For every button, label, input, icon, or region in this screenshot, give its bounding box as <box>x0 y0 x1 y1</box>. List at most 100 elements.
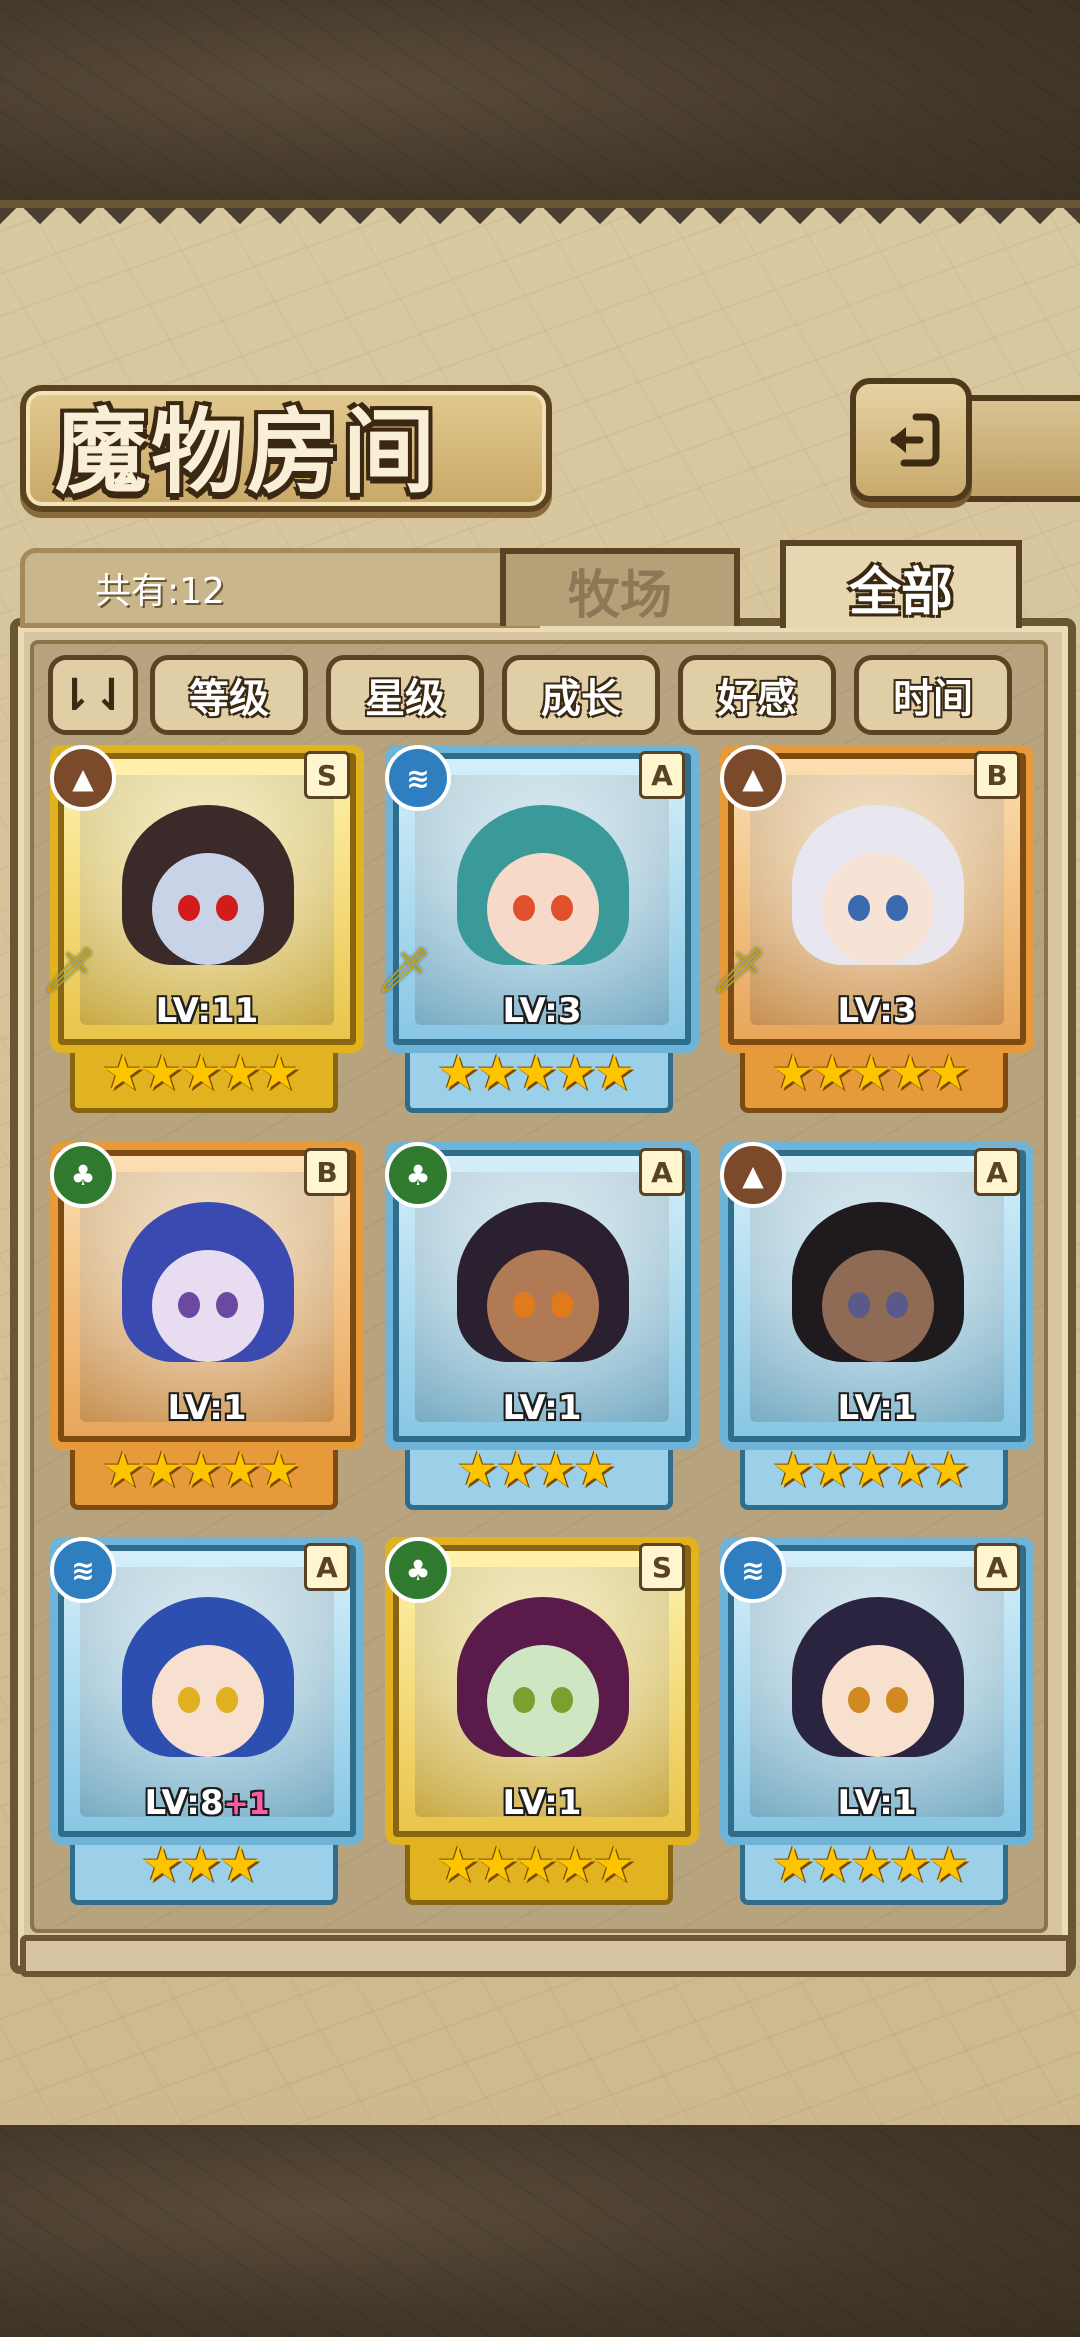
monster-level: LV:3 <box>393 991 691 1031</box>
rank-badge: A <box>974 1148 1020 1196</box>
rank-badge: S <box>304 751 350 799</box>
portrait-eye <box>216 1687 238 1713</box>
wood-element-icon: ♣ <box>385 1537 451 1603</box>
portrait-face <box>487 853 599 965</box>
monster-card[interactable]: LV:1 ♣ A ★★★★ <box>385 1142 699 1512</box>
monster-card[interactable]: LV:3 ≋ A 🗡 ★★★★★ <box>376 745 699 1115</box>
star-rating: ★★★★★ <box>101 1442 300 1498</box>
rank-badge: A <box>639 1148 685 1196</box>
level-text: LV:1 <box>837 1783 917 1823</box>
water-element-icon: ≋ <box>720 1537 786 1603</box>
star-rating: ★★★★★ <box>771 1442 970 1498</box>
sword-icon: 🗡 <box>711 945 767 996</box>
monster-portrait <box>750 1567 1004 1817</box>
back-button-rail <box>960 395 1080 502</box>
tab-all[interactable]: 全部 <box>780 540 1022 628</box>
rank-badge: A <box>639 751 685 799</box>
monster-level: LV:1 <box>728 1388 1026 1428</box>
panel-top-edge <box>0 208 1080 234</box>
star-rating: ★★★★ <box>455 1442 616 1498</box>
filter-star-button[interactable]: 星级 <box>326 655 484 735</box>
portrait-eye <box>886 1292 908 1318</box>
filter-growth-button[interactable]: 成长 <box>502 655 660 735</box>
level-text: LV:11 <box>155 991 259 1031</box>
level-text: LV:3 <box>837 991 917 1031</box>
portrait-eye <box>848 1687 870 1713</box>
monster-card[interactable]: LV:1 ♣ B ★★★★★ <box>50 1142 364 1512</box>
portrait-eye <box>886 895 908 921</box>
monster-card[interactable]: LV:1 ♣ S ★★★★★ <box>385 1537 699 1907</box>
level-text: LV:1 <box>837 1388 917 1428</box>
portrait-eye <box>848 1292 870 1318</box>
filter-affection-button[interactable]: 好感 <box>678 655 836 735</box>
portrait-face <box>822 1645 934 1757</box>
monster-level: LV:1 <box>728 1783 1026 1823</box>
portrait-eye <box>551 1292 573 1318</box>
level-text: LV:1 <box>167 1388 247 1428</box>
rank-badge: B <box>304 1148 350 1196</box>
portrait-face <box>487 1250 599 1362</box>
portrait-eye <box>216 895 238 921</box>
sword-icon: 🗡 <box>41 945 97 996</box>
monster-card[interactable]: LV:1 ≋ A ★★★★★ <box>720 1537 1034 1907</box>
monster-portrait <box>80 1172 334 1422</box>
sort-toggle-button[interactable]: ⇂⇃ <box>48 655 138 735</box>
portrait-face <box>152 1645 264 1757</box>
earth-element-icon: ▲ <box>50 745 116 811</box>
star-rating: ★★★★★ <box>436 1837 635 1893</box>
sword-icon: 🗡 <box>376 945 432 996</box>
wood-element-icon: ♣ <box>385 1142 451 1208</box>
rank-badge: A <box>974 1543 1020 1591</box>
star-rating: ★★★★★ <box>436 1045 635 1101</box>
monster-portrait <box>415 1172 669 1422</box>
portrait-eye <box>216 1292 238 1318</box>
rank-badge: B <box>974 751 1020 799</box>
monster-level: LV:3 <box>728 991 1026 1031</box>
monster-portrait <box>80 1567 334 1817</box>
map-background-bottom <box>0 2125 1080 2337</box>
monster-card[interactable]: LV:8+1 ≋ A ★★★ <box>50 1537 364 1907</box>
panel-bottom-rail <box>20 1935 1072 1977</box>
portrait-eye <box>848 895 870 921</box>
portrait-face <box>152 1250 264 1362</box>
portrait-eye <box>178 1687 200 1713</box>
level-text: LV:8 <box>144 1783 224 1823</box>
filter-time-button[interactable]: 时间 <box>854 655 1012 735</box>
monster-card[interactable]: LV:3 ▲ B 🗡 ★★★★★ <box>711 745 1034 1115</box>
sort-toggle-icon: ⇂⇃ <box>56 669 130 721</box>
wood-element-icon: ♣ <box>50 1142 116 1208</box>
star-rating: ★★★★★ <box>771 1837 970 1893</box>
rank-badge: A <box>304 1543 350 1591</box>
portrait-eye <box>178 895 200 921</box>
monster-level: LV:1 <box>393 1783 691 1823</box>
monster-portrait <box>415 775 669 1025</box>
monster-card[interactable]: LV:11 ▲ S 🗡 ★★★★★ <box>41 745 364 1115</box>
portrait-eye <box>886 1687 908 1713</box>
monster-count: 共有:12 <box>95 571 225 612</box>
earth-element-icon: ▲ <box>720 1142 786 1208</box>
rank-badge: S <box>639 1543 685 1591</box>
level-text: LV:3 <box>502 991 582 1031</box>
level-bonus: +1 <box>223 1787 270 1822</box>
monster-level: LV:11 <box>58 991 356 1031</box>
monster-portrait <box>750 775 1004 1025</box>
portrait-eye <box>551 1687 573 1713</box>
filter-level-button[interactable]: 等级 <box>150 655 308 735</box>
back-arrow-icon <box>890 413 940 467</box>
star-rating: ★★★★★ <box>101 1045 300 1101</box>
portrait-eye <box>551 895 573 921</box>
portrait-face <box>822 853 934 965</box>
monster-card[interactable]: LV:1 ▲ A ★★★★★ <box>720 1142 1034 1512</box>
monster-portrait <box>80 775 334 1025</box>
back-button[interactable] <box>850 378 972 502</box>
monster-level: LV:1 <box>58 1388 356 1428</box>
earth-element-icon: ▲ <box>720 745 786 811</box>
portrait-face <box>152 853 264 965</box>
monster-portrait <box>750 1172 1004 1422</box>
level-text: LV:1 <box>502 1783 582 1823</box>
portrait-eye <box>178 1292 200 1318</box>
tab-ranch[interactable]: 牧场 <box>500 548 740 626</box>
page-title: 魔物房间 <box>55 398 440 506</box>
monster-portrait <box>415 1567 669 1817</box>
map-background-top <box>0 0 1080 215</box>
